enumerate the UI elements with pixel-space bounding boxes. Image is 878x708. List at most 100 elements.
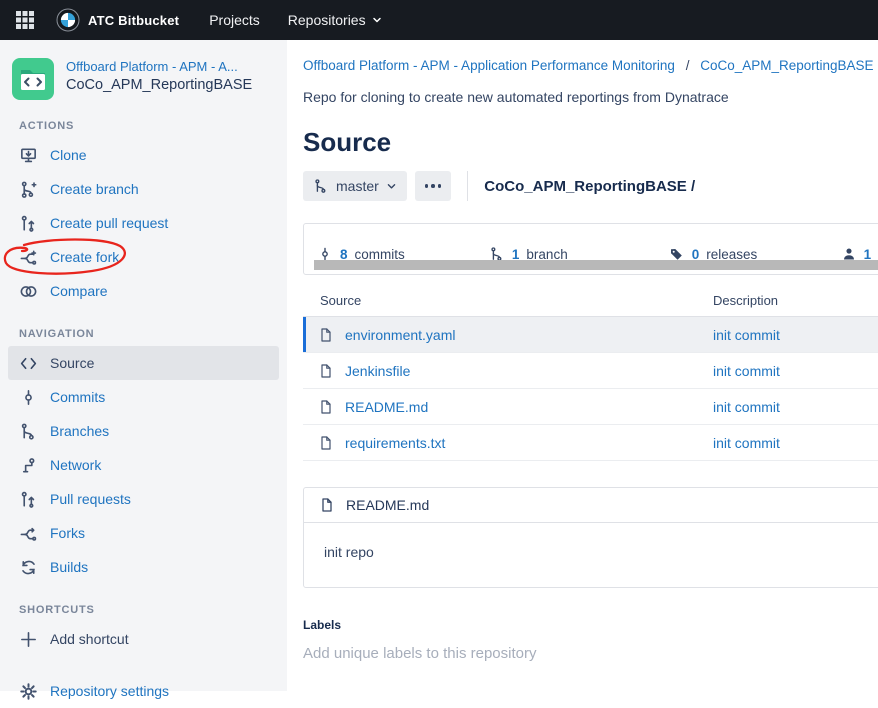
pull-request-icon	[19, 490, 38, 509]
breadcrumb-repo-link[interactable]: CoCo_APM_ReportingBASE	[700, 58, 873, 73]
file-table: Source Description environment.yaml init…	[303, 293, 878, 461]
nav-forks[interactable]: Forks	[0, 516, 287, 550]
repo-stats-bar: 8 commits 1 branch 0 releases	[303, 223, 878, 275]
breadcrumb: Offboard Platform - APM - Application Pe…	[303, 58, 878, 73]
chevron-down-icon	[371, 14, 383, 26]
file-icon	[319, 497, 335, 513]
top-navbar: ATC Bitbucket Projects Repositories	[0, 0, 878, 40]
file-icon	[318, 363, 334, 379]
branch-selector-button[interactable]: master	[303, 171, 407, 201]
brand-link[interactable]: ATC Bitbucket	[56, 8, 179, 32]
branch-icon	[19, 422, 38, 441]
action-create-branch[interactable]: Create branch	[0, 172, 287, 206]
nav-label: Forks	[50, 525, 85, 541]
page-title: Source	[303, 125, 878, 159]
sidebar: Offboard Platform - APM - A... CoCo_APM_…	[0, 40, 287, 691]
settings-label: Repository settings	[50, 683, 169, 699]
file-name-link[interactable]: requirements.txt	[345, 435, 445, 451]
repo-description: Repo for cloning to create new automated…	[303, 89, 878, 105]
nav-pull-requests[interactable]: Pull requests	[0, 482, 287, 516]
branch-icon	[313, 178, 329, 194]
action-label: Compare	[50, 283, 108, 299]
app-grid-icon[interactable]	[14, 9, 36, 31]
file-row[interactable]: Jenkinsfile init commit	[303, 352, 878, 388]
readme-card: README.md init repo	[303, 487, 878, 588]
file-description-link[interactable]: init commit	[713, 435, 780, 451]
plus-icon	[19, 630, 38, 649]
action-label: Create branch	[50, 181, 139, 197]
brand-title: ATC Bitbucket	[88, 13, 179, 28]
repo-avatar[interactable]	[12, 58, 54, 100]
branch-icon	[19, 180, 38, 199]
repo-header: Offboard Platform - APM - A... CoCo_APM_…	[0, 40, 287, 100]
network-icon	[19, 456, 38, 475]
file-icon	[318, 399, 334, 415]
file-name-link[interactable]: Jenkinsfile	[345, 363, 410, 379]
branch-toolbar: master CoCo_APM_ReportingBASE /	[303, 171, 878, 201]
toolbar-divider	[467, 171, 468, 201]
file-name-link[interactable]: README.md	[345, 399, 428, 415]
chevron-down-icon	[386, 181, 397, 192]
column-header-source: Source	[320, 293, 713, 308]
section-title-actions: ACTIONS	[19, 120, 287, 132]
builds-icon	[19, 558, 38, 577]
branch-name: master	[336, 178, 379, 194]
repo-name: CoCo_APM_ReportingBASE	[66, 77, 252, 93]
nav-label: Source	[50, 355, 94, 371]
nav-label: Commits	[50, 389, 105, 405]
file-row[interactable]: requirements.txt init commit	[303, 424, 878, 461]
file-description-link[interactable]: init commit	[713, 327, 780, 343]
nav-network[interactable]: Network	[0, 448, 287, 482]
nav-projects[interactable]: Projects	[209, 12, 260, 28]
nav-source[interactable]: Source	[8, 346, 279, 380]
add-shortcut[interactable]: Add shortcut	[0, 622, 287, 656]
file-table-header: Source Description	[303, 293, 878, 317]
action-create-fork[interactable]: Create fork	[0, 240, 287, 274]
file-icon	[318, 435, 334, 451]
action-clone[interactable]: Clone	[0, 138, 287, 172]
action-create-pull-request[interactable]: Create pull request	[0, 206, 287, 240]
file-path[interactable]: CoCo_APM_ReportingBASE /	[484, 178, 695, 195]
more-options-button[interactable]	[415, 171, 452, 201]
nav-label: Branches	[50, 423, 109, 439]
action-label: Clone	[50, 147, 87, 163]
nav-label: Pull requests	[50, 491, 131, 507]
fork-icon	[19, 524, 38, 543]
readme-header: README.md	[304, 488, 878, 523]
shortcut-label: Add shortcut	[50, 631, 129, 647]
gear-icon	[19, 682, 38, 701]
file-row[interactable]: environment.yaml init commit	[303, 317, 878, 352]
readme-filename: README.md	[346, 497, 429, 513]
horizontal-scrollbar-thumb[interactable]	[314, 260, 878, 270]
action-label: Create fork	[50, 249, 119, 265]
section-title-navigation: NAVIGATION	[19, 328, 287, 340]
project-link[interactable]: Offboard Platform - APM - A...	[66, 59, 252, 74]
nav-label: Network	[50, 457, 101, 473]
main-content: Offboard Platform - APM - Application Pe…	[303, 40, 878, 662]
nav-label: Builds	[50, 559, 88, 575]
breadcrumb-project-link[interactable]: Offboard Platform - APM - Application Pe…	[303, 58, 675, 73]
file-name-link[interactable]: environment.yaml	[345, 327, 456, 343]
nav-builds[interactable]: Builds	[0, 550, 287, 584]
file-icon	[318, 327, 334, 343]
file-description-link[interactable]: init commit	[713, 399, 780, 415]
action-label: Create pull request	[50, 215, 168, 231]
pull-request-icon	[19, 214, 38, 233]
breadcrumb-separator: /	[686, 58, 690, 73]
section-title-shortcuts: SHORTCUTS	[19, 604, 287, 616]
file-description-link[interactable]: init commit	[713, 363, 780, 379]
nav-repositories[interactable]: Repositories	[288, 12, 383, 28]
file-row[interactable]: README.md init commit	[303, 388, 878, 424]
source-icon	[19, 354, 38, 373]
fork-icon	[19, 248, 38, 267]
labels-placeholder[interactable]: Add unique labels to this repository	[303, 645, 878, 662]
commit-icon	[19, 388, 38, 407]
clone-icon	[19, 146, 38, 165]
readme-content: init repo	[304, 523, 878, 587]
action-compare[interactable]: Compare	[0, 274, 287, 308]
nav-branches[interactable]: Branches	[0, 414, 287, 448]
repository-settings[interactable]: Repository settings	[0, 674, 287, 708]
nav-commits[interactable]: Commits	[0, 380, 287, 414]
compare-icon	[19, 282, 38, 301]
more-options-icon	[425, 184, 442, 188]
